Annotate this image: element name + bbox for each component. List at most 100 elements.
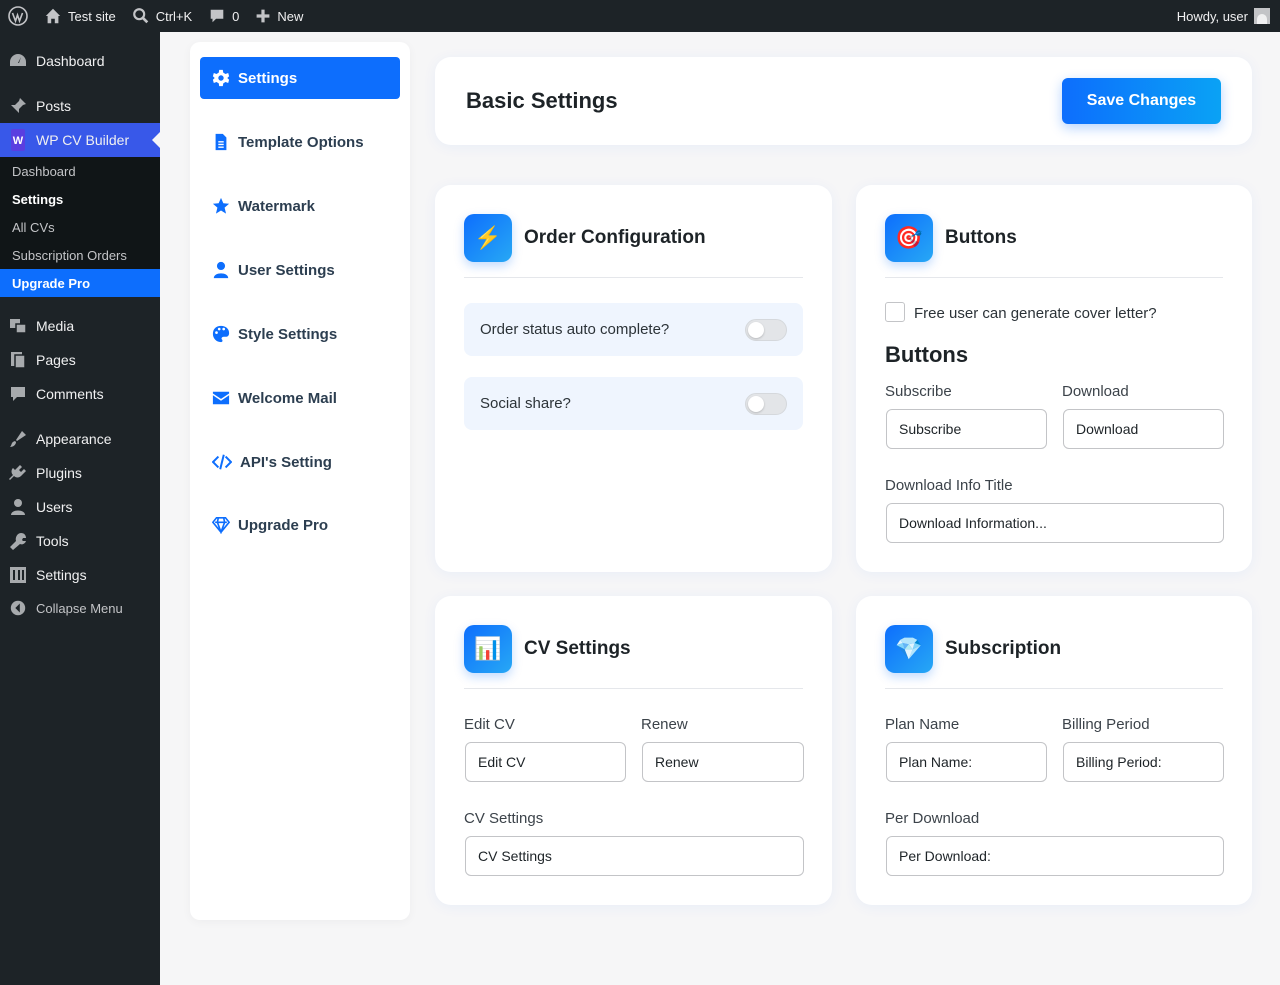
- media-icon: [8, 316, 28, 336]
- collapse-menu-button[interactable]: Collapse Menu: [0, 591, 160, 625]
- site-name: Test site: [68, 8, 116, 24]
- subscribe-input[interactable]: [886, 409, 1047, 449]
- nav-item-apis-setting[interactable]: API's Setting: [200, 441, 400, 483]
- cv-settings-label: CV Settings: [464, 810, 544, 827]
- cover-letter-checkbox[interactable]: [885, 302, 905, 322]
- sidebar-item-appearance[interactable]: Appearance: [0, 422, 160, 456]
- sidebar-item-pages[interactable]: Pages: [0, 343, 160, 377]
- wrench-icon: [8, 531, 28, 551]
- cv-settings-input[interactable]: [465, 836, 804, 876]
- search-shortcut: Ctrl+K: [155, 8, 193, 24]
- billing-period-label: Billing Period: [1062, 716, 1150, 733]
- bar-chart-icon: 📊: [464, 625, 512, 673]
- nav-item-label: Upgrade Pro: [238, 516, 329, 534]
- command-palette-button[interactable]: Ctrl+K: [124, 0, 200, 32]
- edit-cv-input[interactable]: [465, 742, 626, 782]
- sidebar-item-label: Posts: [36, 98, 72, 114]
- lightning-icon: ⚡: [464, 214, 512, 262]
- order-configuration-card: ⚡ Order Configuration Order status auto …: [435, 185, 832, 572]
- brush-icon: [8, 429, 28, 449]
- nav-item-template-options[interactable]: Template Options: [200, 121, 400, 163]
- save-changes-button[interactable]: Save Changes: [1062, 78, 1221, 124]
- social-share-toggle[interactable]: [745, 392, 787, 415]
- settings-nav: Settings Template Options Watermark User…: [190, 42, 410, 920]
- sidebar-item-label: Appearance: [36, 431, 112, 447]
- sidebar-item-media[interactable]: Media: [0, 309, 160, 343]
- card-title: Order Configuration: [524, 227, 706, 248]
- sidebar-item-users[interactable]: Users: [0, 490, 160, 524]
- nav-item-welcome-mail[interactable]: Welcome Mail: [200, 377, 400, 419]
- plus-icon: [257, 9, 270, 23]
- sidebar-item-plugins[interactable]: Plugins: [0, 456, 160, 490]
- sidebar-item-posts[interactable]: Posts: [0, 89, 160, 123]
- code-icon: [212, 454, 232, 470]
- per-download-label: Per Download: [885, 810, 980, 827]
- settings-sliders-icon: [8, 565, 28, 585]
- my-account-menu[interactable]: Howdy, user: [1169, 0, 1280, 32]
- nav-item-watermark[interactable]: Watermark: [200, 185, 400, 227]
- submenu-item-subscription-orders[interactable]: Subscription Orders: [0, 241, 160, 269]
- buttons-card: 🎯 Buttons Free user can generate cover l…: [856, 185, 1252, 572]
- nav-item-settings[interactable]: Settings: [200, 57, 400, 99]
- card-title: Subscription: [945, 638, 1062, 659]
- order-auto-complete-row: Order status auto complete?: [464, 303, 803, 356]
- download-info-title-input[interactable]: [886, 503, 1224, 543]
- order-auto-complete-toggle[interactable]: [745, 318, 787, 341]
- sidebar-item-label: Tools: [36, 533, 69, 549]
- admin-sidebar: Dashboard Posts W WP CV Builder Dashboar…: [0, 32, 160, 985]
- nav-item-label: API's Setting: [240, 453, 332, 471]
- svg-text:W: W: [13, 135, 24, 147]
- sidebar-item-label: Plugins: [36, 465, 82, 481]
- home-icon: [45, 8, 61, 24]
- submenu-item-all-cvs[interactable]: All CVs: [0, 213, 160, 241]
- per-download-input[interactable]: [886, 836, 1224, 876]
- comment-icon: [8, 384, 28, 404]
- nav-item-user-settings[interactable]: User Settings: [200, 249, 400, 291]
- admin-bar: Test site Ctrl+K 0 New Howdy, user: [0, 0, 1280, 32]
- pages-icon: [8, 350, 28, 370]
- site-name-link[interactable]: Test site: [36, 0, 124, 32]
- download-input[interactable]: [1063, 409, 1224, 449]
- sidebar-item-tools[interactable]: Tools: [0, 524, 160, 558]
- pin-icon: [8, 96, 28, 116]
- card-title: Buttons: [945, 227, 1017, 248]
- sidebar-item-label: Settings: [36, 567, 87, 583]
- collapse-icon: [8, 598, 28, 618]
- nav-item-upgrade-pro[interactable]: Upgrade Pro: [200, 504, 400, 546]
- nav-item-label: Style Settings: [238, 325, 338, 343]
- toggle-label: Order status auto complete?: [480, 321, 670, 338]
- billing-period-input[interactable]: [1063, 742, 1224, 782]
- card-header: 💎 Subscription: [885, 625, 1223, 689]
- card-header: ⚡ Order Configuration: [464, 214, 803, 278]
- card-header: 📊 CV Settings: [464, 625, 803, 689]
- new-label: New: [277, 8, 304, 24]
- plan-name-label: Plan Name: [885, 716, 960, 733]
- comments-link[interactable]: 0: [200, 0, 247, 32]
- wordpress-icon: [8, 6, 28, 26]
- submenu-item-dashboard[interactable]: Dashboard: [0, 157, 160, 185]
- cover-letter-label: Free user can generate cover letter?: [914, 305, 1157, 322]
- toggle-label: Social share?: [480, 395, 571, 412]
- sidebar-item-label: Pages: [36, 352, 76, 368]
- plug-icon: [8, 463, 28, 483]
- sidebar-item-settings[interactable]: Settings: [0, 558, 160, 592]
- nav-item-style-settings[interactable]: Style Settings: [200, 313, 400, 355]
- sidebar-item-wp-cv-builder[interactable]: W WP CV Builder: [0, 123, 160, 157]
- card-title: CV Settings: [524, 638, 631, 659]
- submenu-item-upgrade-pro[interactable]: Upgrade Pro: [0, 269, 160, 297]
- star-icon: [212, 197, 230, 214]
- plan-name-input[interactable]: [886, 742, 1047, 782]
- edit-cv-label: Edit CV: [464, 716, 515, 733]
- submenu-item-settings[interactable]: Settings: [0, 185, 160, 213]
- card-header: 🎯 Buttons: [885, 214, 1223, 278]
- nav-item-label: Settings: [238, 69, 298, 87]
- user-icon: [213, 261, 229, 279]
- new-content-button[interactable]: New: [247, 0, 311, 32]
- download-label: Download: [1062, 383, 1129, 400]
- sidebar-item-dashboard[interactable]: Dashboard: [0, 44, 160, 78]
- wordpress-logo-button[interactable]: [0, 0, 36, 32]
- nav-item-label: Watermark: [238, 197, 315, 215]
- renew-input[interactable]: [642, 742, 804, 782]
- sidebar-item-comments[interactable]: Comments: [0, 377, 160, 411]
- sidebar-item-label: WP CV Builder: [36, 132, 130, 148]
